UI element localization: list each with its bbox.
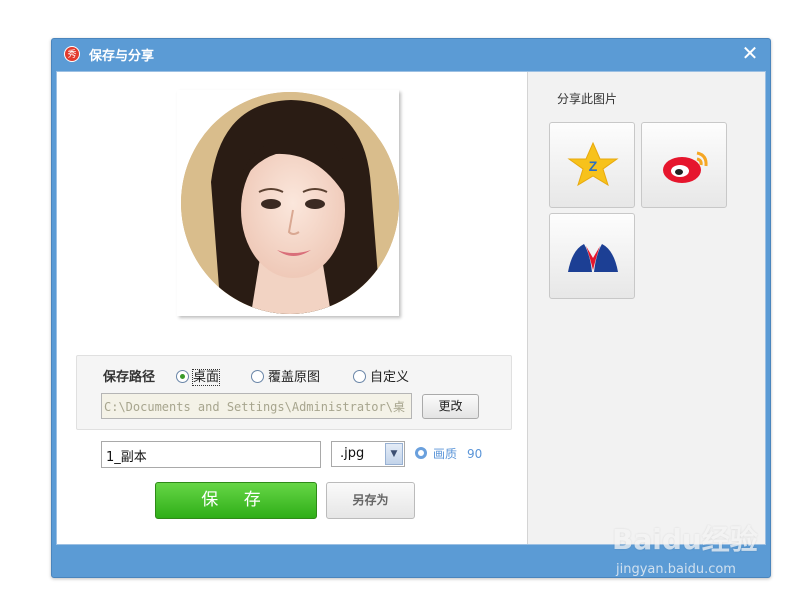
format-select[interactable]: .jpg ▼ xyxy=(331,441,405,467)
baidu-watermark: Baidu经验 jingyan.baidu.com xyxy=(612,518,758,577)
radio-checked-icon xyxy=(176,370,189,383)
radio-desktop[interactable]: 桌面 xyxy=(176,366,221,386)
format-value: .jpg xyxy=(340,446,365,461)
quality-setting[interactable]: 画质 90 xyxy=(415,445,482,462)
qzone-icon: Z xyxy=(567,141,619,187)
radio-overwrite-original[interactable]: 覆盖原图 xyxy=(251,366,321,385)
save-pane: 保存路径 桌面 覆盖原图 自定义 C:\Documents and Settin… xyxy=(57,72,527,544)
watermark-brand: Baidu经验 xyxy=(612,523,758,556)
portrait-image xyxy=(181,92,399,314)
svg-text:Z: Z xyxy=(589,158,598,174)
close-icon[interactable]: ✕ xyxy=(740,43,760,63)
save-path-field[interactable]: C:\Documents and Settings\Administrator\… xyxy=(101,393,412,419)
save-as-button[interactable]: 另存为 xyxy=(326,482,415,519)
save-share-dialog: 秀 保存与分享 ✕ 保存路径 桌面 覆盖原图 自定义 C:\Documents … xyxy=(51,38,771,578)
save-button[interactable]: 保 存 xyxy=(155,482,317,519)
sina-weibo-icon xyxy=(663,151,708,183)
radio-overwrite-label: 覆盖原图 xyxy=(268,370,321,385)
app-logo-icon: 秀 xyxy=(64,46,80,62)
share-pane: 分享此图片 Z xyxy=(527,72,765,544)
dialog-title: 保存与分享 xyxy=(89,49,155,64)
save-path-label: 保存路径 xyxy=(103,370,156,385)
chevron-down-icon[interactable]: ▼ xyxy=(385,443,403,465)
dialog-content: 保存路径 桌面 覆盖原图 自定义 C:\Documents and Settin… xyxy=(56,71,766,545)
radio-unchecked-icon xyxy=(353,370,366,383)
radio-unchecked-icon xyxy=(251,370,264,383)
photo-preview xyxy=(177,90,399,316)
radio-desktop-label: 桌面 xyxy=(191,369,221,386)
share-title: 分享此图片 xyxy=(557,92,618,106)
radio-custom[interactable]: 自定义 xyxy=(353,366,410,385)
change-path-button[interactable]: 更改 xyxy=(422,394,479,419)
quality-value: 90 xyxy=(467,447,483,461)
save-path-panel: 保存路径 桌面 覆盖原图 自定义 C:\Documents and Settin… xyxy=(76,355,512,430)
radio-custom-label: 自定义 xyxy=(370,370,410,385)
renren-icon xyxy=(568,244,618,272)
watermark-url: jingyan.baidu.com xyxy=(616,562,736,577)
gear-icon xyxy=(415,447,427,459)
share-qzone-button[interactable]: Z xyxy=(549,122,635,208)
share-weibo-button[interactable] xyxy=(641,122,727,208)
portrait-illustration xyxy=(181,92,399,314)
quality-label: 画质 xyxy=(433,447,458,461)
file-name-field[interactable]: 1_副本 xyxy=(101,441,321,468)
share-renren-button[interactable] xyxy=(549,213,635,299)
title-bar[interactable]: 秀 保存与分享 ✕ xyxy=(52,39,770,69)
